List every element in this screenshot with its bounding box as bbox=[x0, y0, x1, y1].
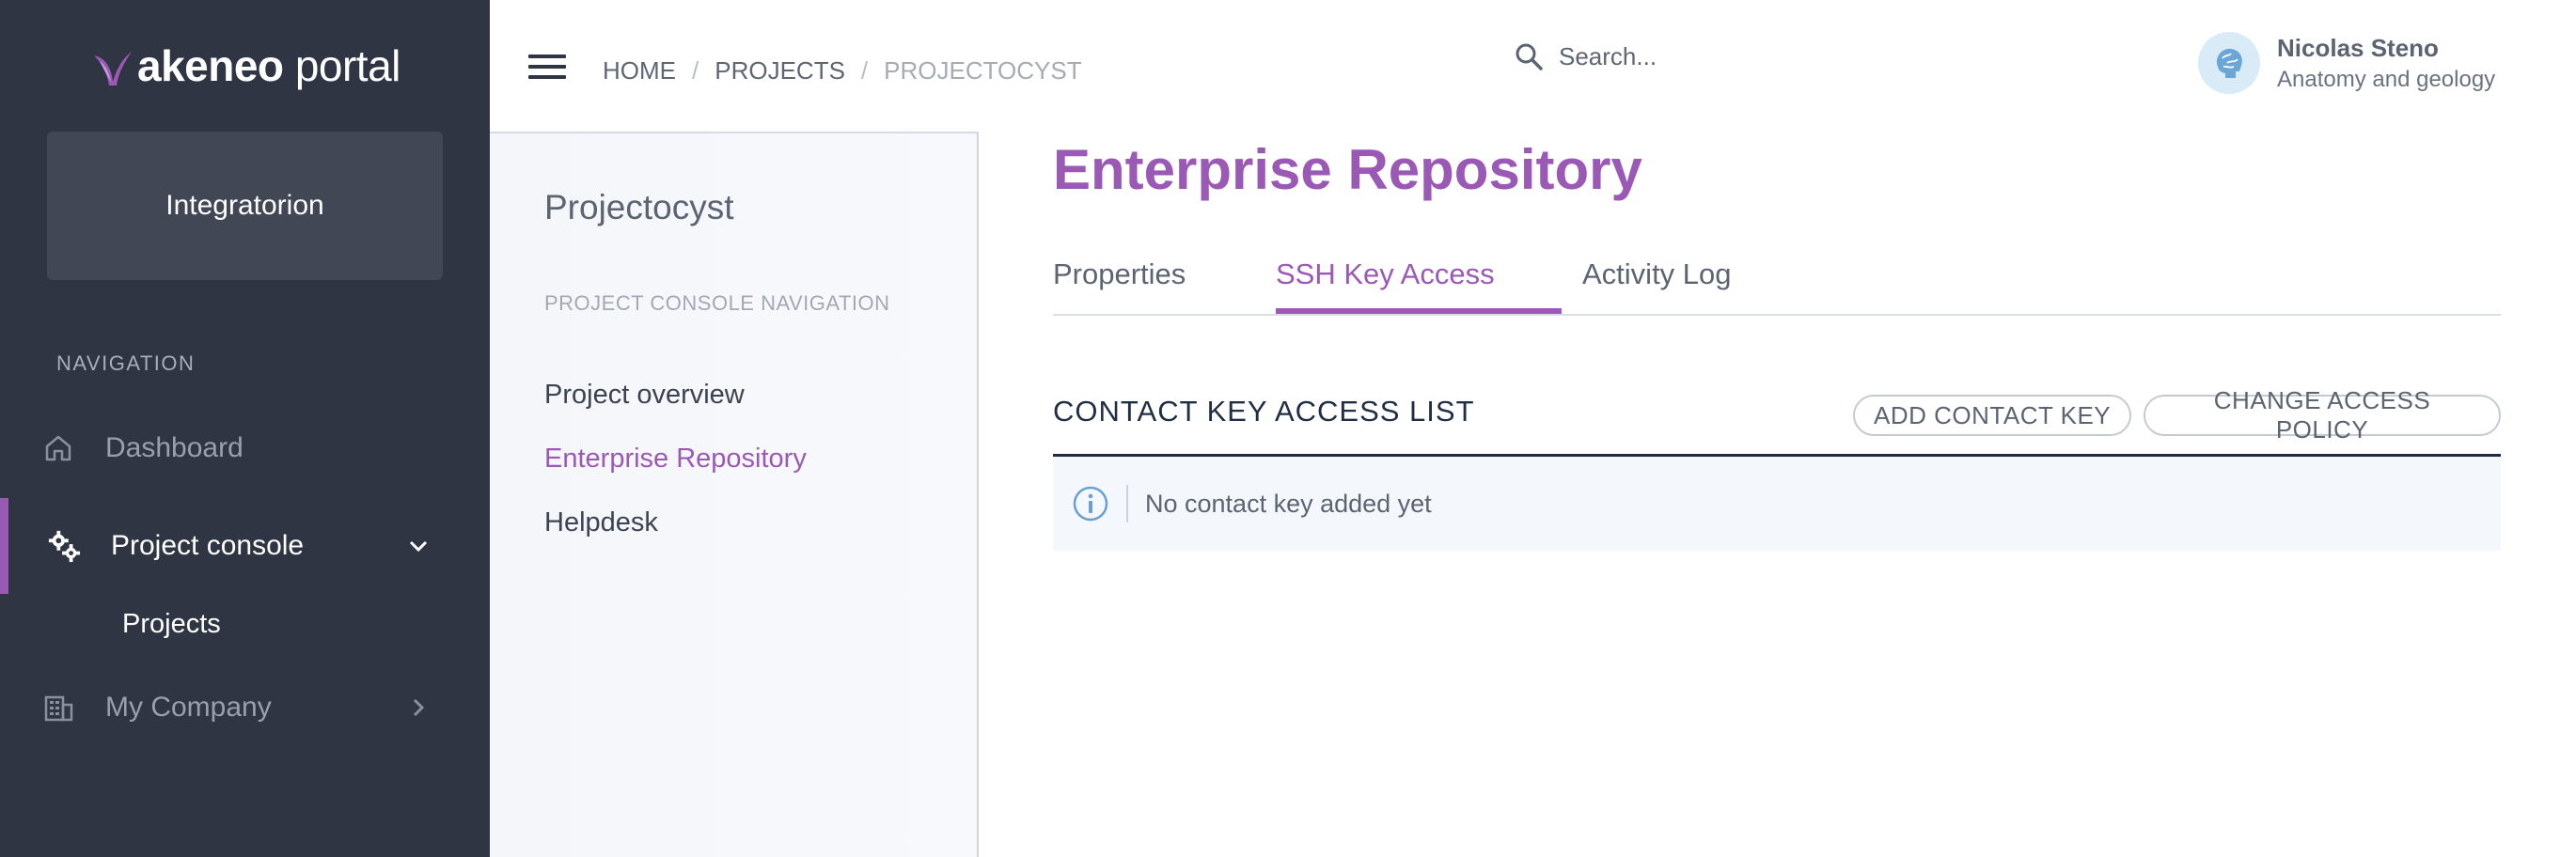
logo-brand: akeneo bbox=[137, 41, 284, 90]
user-role: Anatomy and geology bbox=[2277, 66, 2496, 92]
sidebar-subitem-projects[interactable]: Projects bbox=[122, 609, 221, 640]
nav-heading: NAVIGATION bbox=[56, 351, 196, 375]
empty-state-divider bbox=[1126, 485, 1128, 522]
project-nav-helpdesk[interactable]: Helpdesk bbox=[544, 507, 658, 538]
sidebar-item-project-console[interactable]: Project console bbox=[0, 498, 490, 594]
breadcrumb-home[interactable]: HOME bbox=[603, 56, 676, 86]
user-menu[interactable]: Nicolas Steno Anatomy and geology bbox=[2198, 32, 2495, 94]
search-icon bbox=[1516, 43, 1543, 70]
sidebar: akeneo portal Integratorion NAVIGATION D… bbox=[0, 0, 490, 857]
project-nav-enterprise-repository[interactable]: Enterprise Repository bbox=[544, 444, 807, 475]
avatar bbox=[2198, 32, 2260, 94]
tab-properties[interactable]: Properties bbox=[1053, 257, 1186, 291]
section-title: CONTACT KEY ACCESS LIST bbox=[1053, 395, 1475, 428]
search-input[interactable] bbox=[1559, 41, 1841, 71]
project-title: Projectocyst bbox=[544, 188, 734, 226]
building-icon bbox=[41, 691, 75, 725]
gears-icon bbox=[47, 529, 81, 563]
active-indicator bbox=[0, 498, 8, 594]
app-root: akeneo portal Integratorion NAVIGATION D… bbox=[0, 0, 2576, 857]
menu-toggle-icon[interactable] bbox=[528, 55, 566, 83]
breadcrumb: HOME / PROJECTS / PROJECTOCYST bbox=[603, 56, 1082, 86]
tab-bar: Properties SSH Key Access Activity Log bbox=[1053, 244, 2501, 316]
info-icon bbox=[1073, 486, 1108, 522]
sidebar-item-dashboard[interactable]: Dashboard bbox=[0, 415, 490, 481]
active-tab-indicator bbox=[1276, 308, 1562, 314]
akeneo-logo-icon bbox=[94, 52, 132, 86]
sidebar-item-label: Project console bbox=[111, 530, 305, 561]
project-nav-panel: Projectocyst PROJECT CONSOLE NAVIGATION … bbox=[490, 132, 979, 857]
add-contact-key-button[interactable]: ADD CONTACT KEY bbox=[1853, 395, 2132, 436]
workspace-switcher[interactable]: Integratorion bbox=[47, 132, 443, 280]
empty-state-message: No contact key added yet bbox=[1145, 489, 1432, 518]
sidebar-item-label: My Company bbox=[105, 692, 272, 723]
project-nav-overview[interactable]: Project overview bbox=[544, 380, 745, 411]
breadcrumb-separator: / bbox=[692, 56, 699, 85]
tab-activity-log[interactable]: Activity Log bbox=[1582, 257, 1732, 291]
home-icon bbox=[41, 431, 75, 465]
search-bar bbox=[1514, 41, 1841, 71]
breadcrumb-projects[interactable]: PROJECTS bbox=[715, 56, 845, 86]
empty-state: No contact key added yet bbox=[1053, 457, 2501, 551]
change-access-policy-button[interactable]: CHANGE ACCESS POLICY bbox=[2144, 386, 2501, 444]
user-name: Nicolas Steno bbox=[2277, 33, 2439, 62]
breadcrumb-current: PROJECTOCYST bbox=[884, 56, 1082, 85]
page-title: Enterprise Repository bbox=[1053, 138, 1642, 201]
breadcrumb-separator: / bbox=[860, 56, 869, 85]
project-nav-heading: PROJECT CONSOLE NAVIGATION bbox=[544, 291, 890, 315]
sidebar-item-label: Dashboard bbox=[105, 432, 243, 463]
sidebar-item-my-company[interactable]: My Company bbox=[0, 675, 490, 740]
chevron-right-icon[interactable] bbox=[407, 696, 430, 719]
tab-ssh-key-access[interactable]: SSH Key Access bbox=[1276, 257, 1495, 291]
brain-head-icon bbox=[2216, 48, 2242, 78]
chevron-down-icon[interactable] bbox=[407, 535, 430, 557]
logo[interactable]: akeneo portal bbox=[90, 38, 401, 94]
logo-suffix: portal bbox=[294, 41, 401, 90]
